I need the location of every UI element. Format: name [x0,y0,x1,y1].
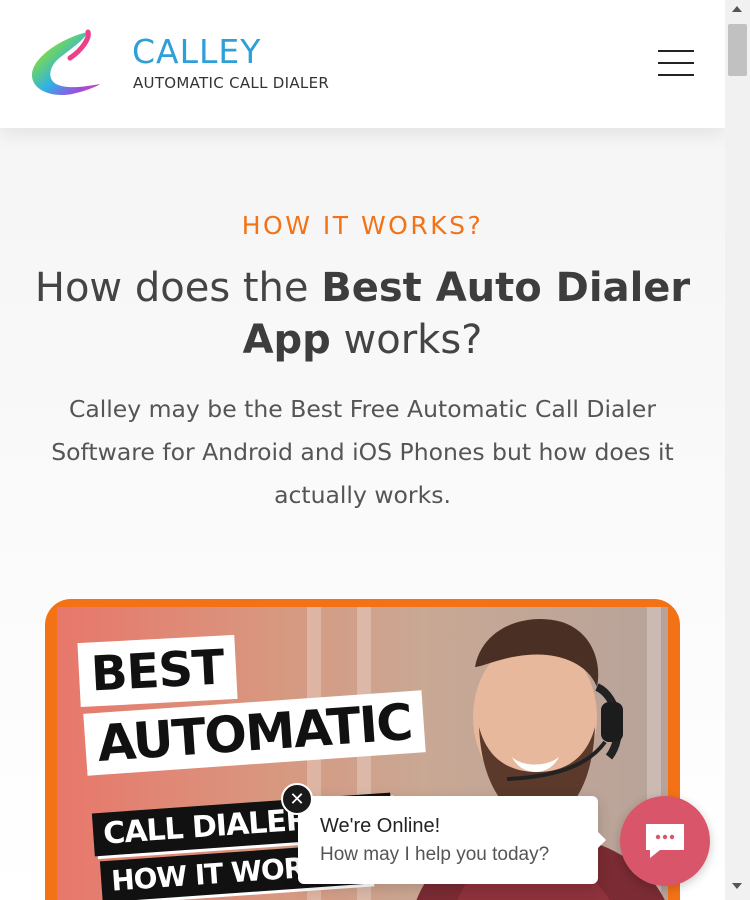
scroll-up-icon[interactable] [732,6,742,12]
brand-tagline: AUTOMATIC CALL DIALER [133,74,330,92]
vertical-scrollbar[interactable] [725,0,750,900]
headline-bold-2: App [242,317,331,363]
headline-bold-1: Best Auto Dialer [321,265,691,311]
headline-prefix: How does the [34,265,322,311]
scroll-thumb[interactable] [728,24,747,76]
section-headline: How does the Best Auto Dialer App works? [30,262,695,366]
chat-launcher-button[interactable] [620,796,710,886]
chat-greeting-title: We're Online! [320,815,441,837]
scroll-down-icon[interactable] [732,883,742,889]
headline-suffix: works? [330,317,483,363]
section-eyebrow: HOW IT WORKS? [241,211,484,240]
site-header: CALLEY AUTOMATIC CALL DIALER [0,0,725,128]
chat-greeting-subtitle: How may I help you today? [320,844,550,865]
brand-name[interactable]: CALLEY [132,32,261,71]
sticker-best: BEST [77,634,238,708]
chat-close-button[interactable]: ✕ [281,783,313,815]
chat-greeting-bubble[interactable]: We're Online! How may I help you today? [298,796,606,884]
calley-logo-icon[interactable] [28,28,104,100]
section-lead: Calley may be the Best Free Automatic Ca… [51,395,674,509]
chat-bubble-icon [646,824,684,858]
page-viewport: CALLEY AUTOMATIC CALL DIALER HOW IT WORK… [0,0,725,900]
hamburger-menu-icon[interactable] [656,48,696,78]
